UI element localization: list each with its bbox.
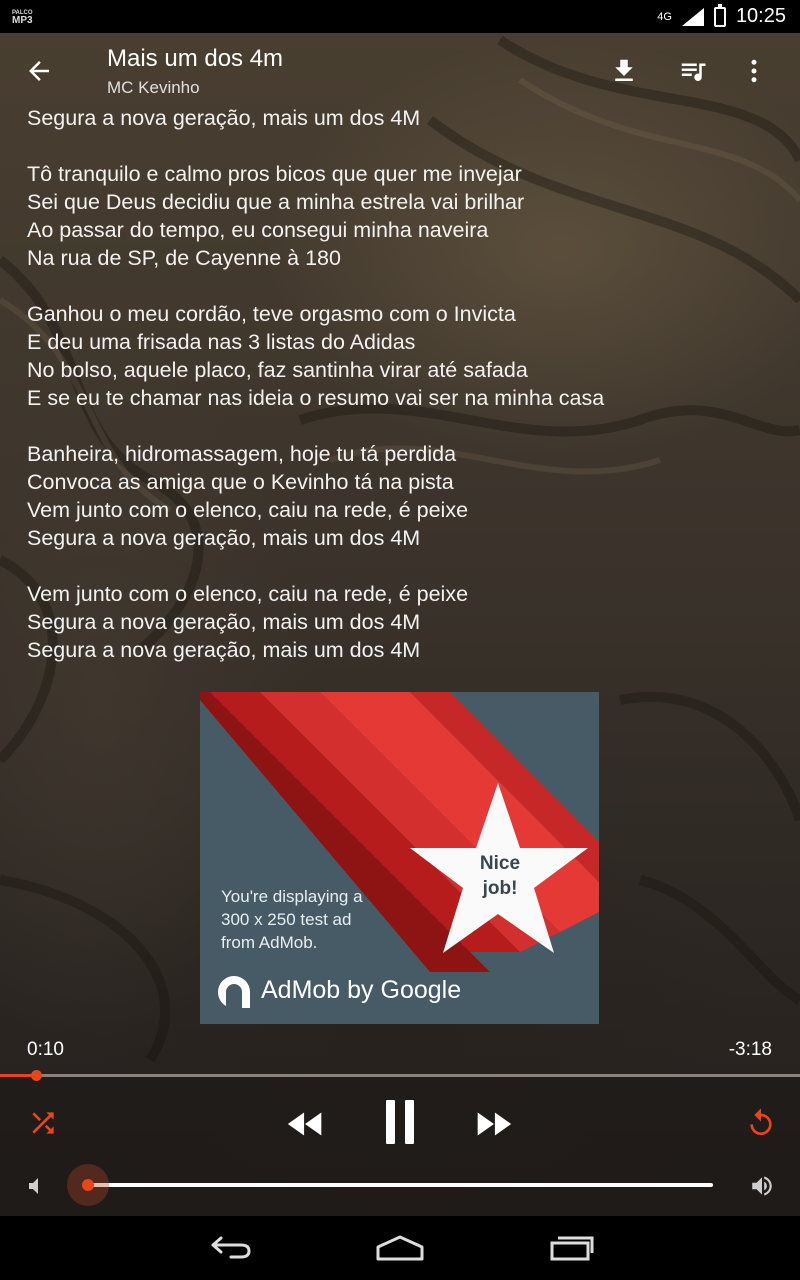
lyric-line: Segura a nova geração, mais um dos 4M [27, 638, 421, 662]
lyric-line: Ganhou o meu cordão, teve orgasmo com o … [27, 302, 516, 326]
app-badge-bottom: MP3 [12, 14, 33, 26]
nav-back-button[interactable] [190, 1226, 270, 1270]
ad-text-line1: You're displaying a [221, 887, 363, 906]
artist-name: MC Kevinho [107, 78, 200, 97]
app-badge: PALCO MP3 [12, 9, 33, 26]
rewind-button[interactable] [280, 1098, 332, 1150]
playlist-add-icon [681, 63, 706, 81]
lyric-line: Vem junto com o elenco, caiu na rede, é … [27, 582, 469, 606]
ad-banner[interactable] [200, 692, 599, 1024]
system-nav-bar [0, 1216, 800, 1280]
shuffle-button[interactable] [22, 1102, 64, 1144]
home-nav-icon [376, 1235, 424, 1261]
back-nav-icon [211, 1236, 251, 1259]
volume-high-icon [752, 1176, 772, 1196]
app-bar: Mais um dos 4m MC Kevinho [0, 33, 800, 105]
status-bar: PALCO MP3 4G 10:25 [0, 0, 800, 33]
lyric-line: E se eu te chamar nas ideia o resumo vai… [27, 386, 605, 410]
volume-slider-thumb[interactable] [82, 1179, 94, 1191]
lyric-line: Convoca as amiga que o Kevinho tá na pis… [27, 470, 454, 494]
recents-nav-icon [550, 1236, 594, 1261]
lyric-line: No bolso, aquele placo, faz santinha vir… [27, 358, 528, 382]
volume-slider[interactable] [88, 1183, 713, 1187]
ad-text-line2: 300 x 250 test ad [221, 910, 352, 929]
repeat-button[interactable] [740, 1102, 782, 1144]
lyric-line: Ao passar do tempo, eu consegui minha na… [27, 218, 489, 242]
lyric-line: Tô tranquilo e calmo pros bicos que quer… [27, 162, 522, 186]
pause-icon [386, 1100, 414, 1144]
playlist-add-button[interactable] [673, 53, 713, 89]
lyric-line [27, 132, 787, 160]
lyric-line: E deu uma frisada nas 3 listas do Adidas [27, 330, 416, 354]
nav-recents-button[interactable] [531, 1226, 611, 1270]
seek-bar-thumb[interactable] [31, 1070, 42, 1081]
signal-icon [681, 7, 704, 26]
lyric-line [27, 272, 787, 300]
rewind-icon [287, 1112, 322, 1136]
back-arrow-icon [29, 61, 49, 81]
lyrics-panel[interactable]: Segura a nova geração, mais um dos 4M Tô… [27, 104, 787, 664]
network-type: 4G [657, 10, 672, 23]
status-time: 10:25 [735, 5, 786, 27]
nav-home-button[interactable] [360, 1226, 440, 1270]
remaining-time: -3:18 [728, 1039, 772, 1060]
lyric-line [27, 412, 787, 440]
ad-text-line3: from AdMob. [221, 933, 318, 952]
shuffle-icon [32, 1112, 54, 1134]
lyric-line: Na rua de SP, de Cayenne à 180 [27, 246, 341, 270]
lyric-line: Segura a nova geração, mais um dos 4M [27, 526, 421, 550]
lyric-line: Vem junto com o elenco, caiu na rede, é … [27, 498, 469, 522]
lyric-line: Segura a nova geração, mais um dos 4M [27, 610, 421, 634]
more-vert-icon [751, 59, 757, 83]
ad-artwork [200, 692, 599, 972]
volume-high-button[interactable] [746, 1172, 778, 1200]
pause-button[interactable] [374, 1094, 426, 1150]
song-title: Mais um dos 4m [107, 45, 284, 72]
back-button[interactable] [24, 53, 72, 89]
battery-icon [713, 3, 726, 27]
ad-badge-line2: job! [482, 878, 518, 899]
fast-forward-button[interactable] [467, 1098, 519, 1150]
volume-low-button[interactable] [20, 1172, 48, 1200]
elapsed-time: 0:10 [27, 1039, 64, 1060]
ad-brand: AdMob by Google [261, 976, 462, 1004]
download-icon [615, 59, 633, 81]
volume-low-icon [29, 1178, 38, 1194]
lyric-line: Segura a nova geração, mais um dos 4M [27, 106, 421, 130]
lyric-line: Sei que Deus decidiu que a minha estrela… [27, 190, 525, 214]
ad-badge-line1: Nice [479, 853, 521, 874]
lyric-line: Banheira, hidromassagem, hoje tu tá perd… [27, 442, 457, 466]
fast-forward-icon [477, 1112, 512, 1136]
download-button[interactable] [604, 53, 644, 89]
lyric-line [27, 552, 787, 580]
seek-bar[interactable] [0, 1070, 800, 1081]
more-options-button[interactable] [734, 53, 774, 89]
admob-logo-icon [217, 976, 250, 1008]
repeat-icon [750, 1108, 772, 1135]
